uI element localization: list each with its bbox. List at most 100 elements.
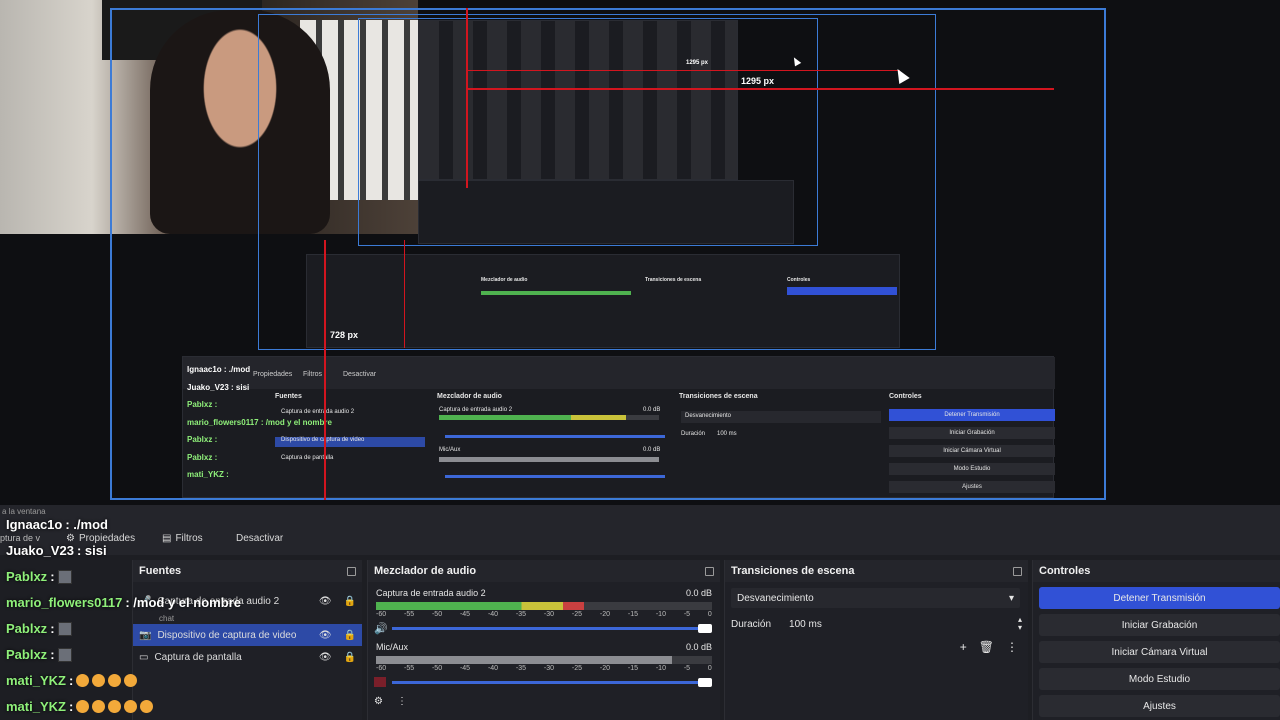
more-menu-icon[interactable]: ⋮ — [397, 696, 407, 707]
measure-line-horizontal-2 — [466, 70, 900, 71]
mini1-chat-line: mati_YKZ : — [187, 470, 229, 479]
chat-username: mario_flowers0117 — [6, 595, 123, 610]
meter-tick: -25 — [571, 665, 583, 672]
chat-text: : — [50, 569, 55, 584]
channel-name: Mic/Aux — [376, 642, 409, 652]
stop-streaming-button[interactable]: Detener Transmisión — [1039, 587, 1280, 609]
source-item-selected[interactable]: 📷 Dispositivo de captura de video 👁 🔒 — [133, 624, 362, 646]
meter-tick: -40 — [487, 611, 499, 618]
meter-tick: -55 — [403, 611, 415, 618]
duration-input[interactable]: 100 ms — [789, 619, 822, 630]
start-virtual-camera-button[interactable]: Iniciar Cámara Virtual — [1039, 641, 1280, 663]
source-item[interactable]: ▭ Captura de pantalla 👁 🔒 — [133, 646, 362, 668]
volume-slider[interactable] — [374, 676, 712, 690]
mini1-duration-label: Duración — [681, 431, 706, 437]
trash-icon[interactable]: 🗑 — [979, 640, 994, 654]
slider-knob[interactable] — [698, 624, 712, 633]
duration-row: Duración 100 ms ▴ ▾ — [725, 608, 1028, 640]
transition-select[interactable]: Desvanecimiento ▾ — [731, 588, 1020, 608]
mini2-meter — [481, 291, 631, 295]
chat-text: : — [68, 673, 74, 688]
mini1-slider2 — [445, 475, 665, 478]
meter-tick: -60 — [376, 611, 387, 618]
mini1-transitions-title: Transiciones de escena — [679, 393, 758, 400]
transitions-header: Transiciones de escena — [725, 560, 1028, 582]
visibility-eye-icon[interactable]: 👁 — [319, 630, 332, 641]
meter-tick: -25 — [571, 611, 583, 618]
meter-fill — [376, 602, 585, 610]
source-label: Captura de pantalla — [154, 651, 242, 663]
camera-icon: 📷 — [139, 629, 152, 641]
speaker-icon[interactable]: 🔊 — [374, 622, 388, 635]
mini1-ch1-db: 0.0 dB — [643, 407, 661, 413]
meter-ticks: -60 -55 -50 -45 -40 -35 -30 -25 -20 -15 -10 -5 0 — [376, 665, 712, 672]
spin-arrows-icon[interactable]: ▴ ▾ — [1018, 616, 1022, 632]
mini1-slider1 — [445, 435, 665, 438]
popout-icon[interactable] — [705, 566, 714, 576]
chat-message: Ignaac1o: ./mod — [6, 517, 108, 532]
mini1-chat-line: Pablxz : — [187, 400, 218, 409]
advanced-audio-icon[interactable]: ⚙ — [374, 696, 383, 707]
more-menu-icon[interactable]: ⋮ — [1006, 640, 1018, 654]
chat-username: mati_YKZ — [6, 699, 66, 714]
meter-tick: -45 — [459, 611, 471, 618]
obs-dock-area: a la ventana ptura de v ⚙ Propiedades ▤ … — [0, 505, 1280, 720]
chat-text: : — [68, 699, 74, 714]
slider-knob[interactable] — [698, 678, 712, 687]
lock-icon[interactable]: 🔒 — [344, 652, 356, 663]
meter-tick: -5 — [683, 611, 691, 618]
duration-label: Duración — [731, 618, 772, 630]
popout-icon[interactable] — [1013, 566, 1022, 576]
measure-line-vertical — [466, 8, 468, 188]
chat-text: : sisi — [76, 543, 107, 558]
meter-tick: -15 — [627, 665, 638, 672]
emoji-icon — [124, 674, 138, 687]
chat-username: Juako_V23 — [6, 543, 74, 558]
popout-icon[interactable] — [347, 566, 356, 576]
channel-name: Captura de entrada audio 2 — [376, 588, 486, 598]
start-recording-button[interactable]: Iniciar Grabación — [1039, 614, 1280, 636]
emote-icon — [57, 647, 72, 662]
chat-username: Pablxz — [6, 569, 48, 584]
visibility-eye-icon[interactable]: 👁 — [319, 652, 332, 663]
add-icon[interactable]: + — [960, 640, 967, 654]
meter-tick: -30 — [543, 665, 555, 672]
mini2-stop-button — [787, 287, 897, 295]
mini1-meter1 — [439, 415, 659, 420]
lock-icon[interactable]: 🔒 — [344, 630, 356, 641]
source-sub: chat — [159, 613, 175, 623]
sources-title: Fuentes — [139, 565, 182, 577]
emoji-icon — [76, 700, 90, 713]
filters-button[interactable]: ▤ Filtros — [162, 533, 203, 544]
chat-username: mati_YKZ — [6, 673, 66, 688]
volume-slider[interactable]: 🔊 — [374, 622, 712, 636]
settings-button[interactable]: Ajustes — [1039, 695, 1280, 717]
transitions-title: Transiciones de escena — [731, 565, 855, 577]
mixer-title: Mezclador de audio — [374, 565, 477, 577]
muted-speaker-icon[interactable] — [374, 677, 386, 687]
filters-label: Filtros — [175, 533, 203, 544]
channel-db: 0.0 dB — [685, 588, 712, 598]
height-measure-label: 728 px — [330, 330, 359, 340]
width-measure-label-small: 1295 px — [686, 60, 709, 66]
controls-panel: Controles Detener Transmisión Iniciar Gr… — [1032, 560, 1280, 720]
chat-text: : /mod y el nombre — [125, 595, 241, 610]
chevron-down-icon: ▾ — [1008, 592, 1014, 604]
preview-canvas[interactable]: Mezclador de audio Transiciones de escen… — [0, 0, 1280, 505]
emoji-icon — [92, 674, 106, 687]
mini1-btn-studio: Modo Estudio — [889, 463, 1055, 475]
visibility-eye-icon[interactable]: 👁 — [319, 596, 332, 607]
mini1-ch1: Captura de entrada audio 2 — [439, 407, 513, 413]
lock-icon[interactable]: 🔒 — [344, 596, 356, 607]
sources-panel: Fuentes 🎤 Captura de entrada audio 2 👁 🔒… — [132, 560, 362, 720]
studio-mode-button[interactable]: Modo Estudio — [1039, 668, 1280, 690]
meter-tick: -15 — [627, 611, 638, 618]
chat-message: mati_YKZ: — [6, 699, 154, 714]
meter-tick: -30 — [543, 611, 555, 618]
deactivate-label: Desactivar — [236, 533, 284, 544]
mini1-chat-line: Ignaac1o : ./mod — [187, 365, 251, 374]
nested-ui-level-1: Propiedades Filtros Desactivar Fuentes C… — [182, 356, 1055, 498]
deactivate-button[interactable]: Desactivar — [236, 533, 283, 544]
slider-track — [392, 627, 702, 630]
sources-header: Fuentes — [133, 560, 362, 582]
